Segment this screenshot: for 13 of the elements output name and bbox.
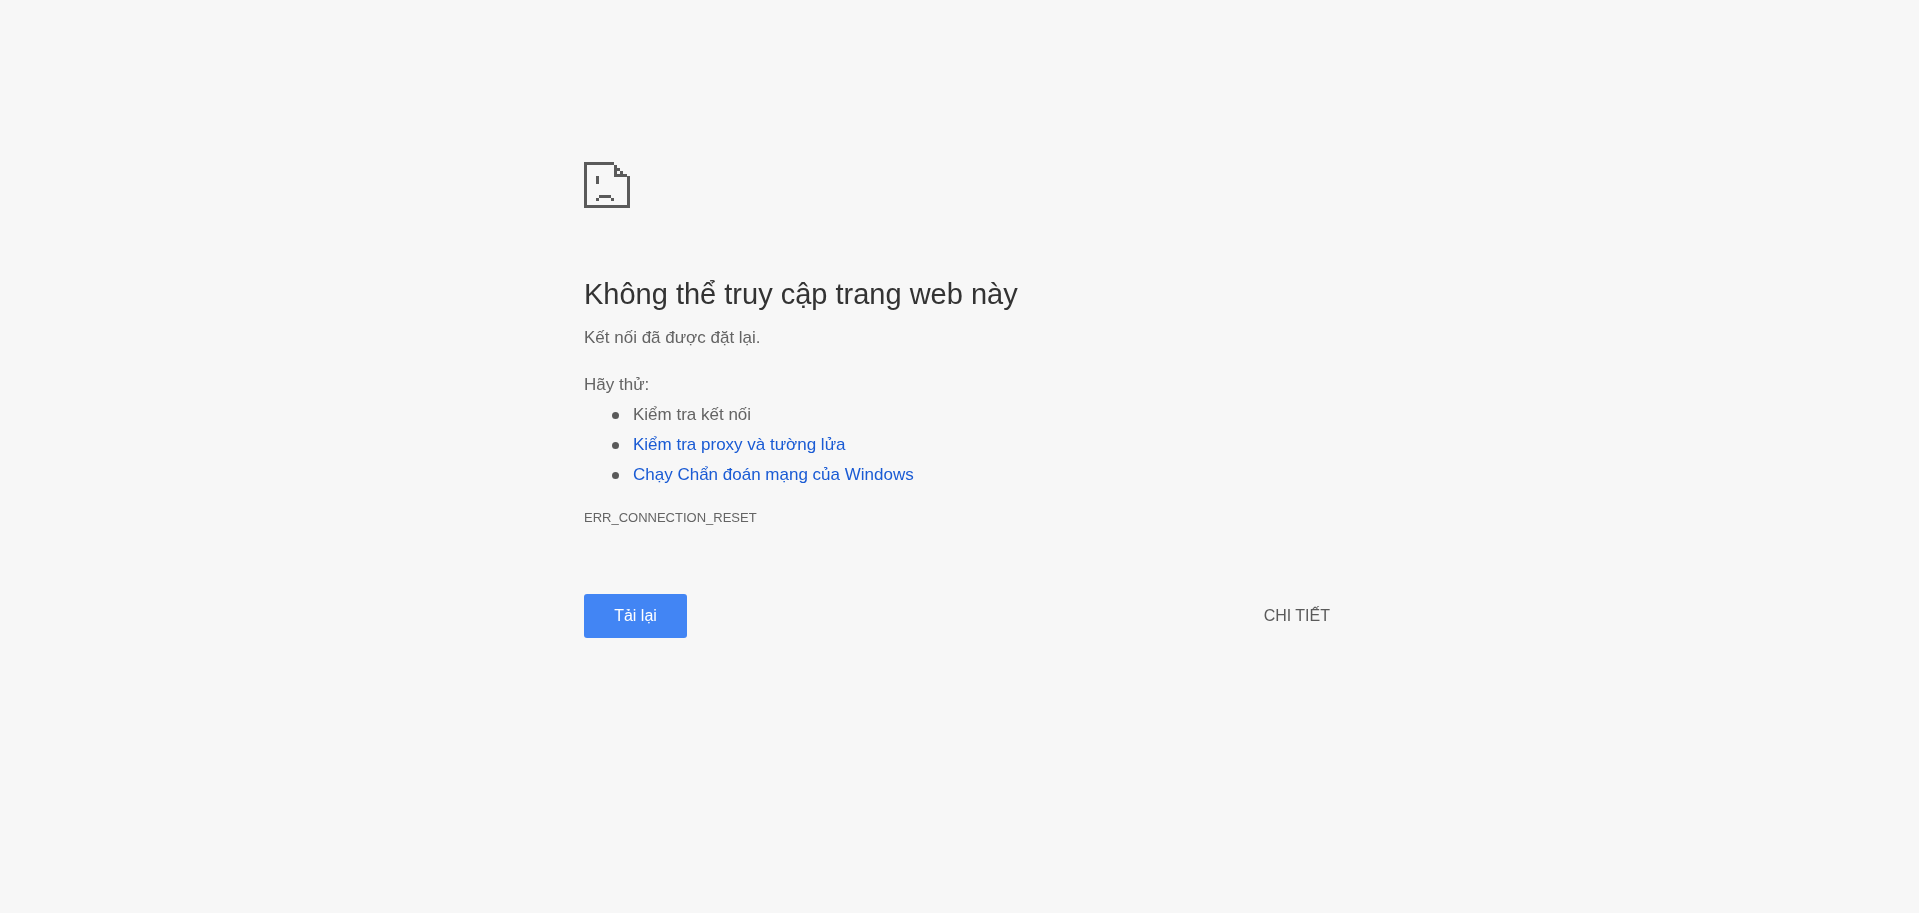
bullet-icon — [612, 471, 619, 479]
bullet-icon — [612, 411, 619, 419]
reload-button[interactable]: Tải lại — [584, 593, 687, 638]
bullet-icon — [612, 441, 619, 449]
suggestion-link[interactable]: Kiểm tra proxy và tường lửa — [633, 432, 846, 458]
error-heading: Không thể truy cập trang web này — [584, 277, 1018, 312]
details-button[interactable]: CHI TIẾT — [1259, 597, 1334, 634]
suggestion-text: Kiểm tra kết nối — [633, 404, 752, 427]
suggestions-title: Hãy thử: — [584, 374, 650, 396]
error-code: ERR_CONNECTION_RESET — [584, 509, 757, 527]
sad-page-icon — [584, 162, 630, 208]
error-message: Kết nối đã được đặt lại. — [584, 327, 761, 349]
suggestion-link[interactable]: Chạy Chẩn đoán mạng của Windows — [633, 462, 914, 488]
